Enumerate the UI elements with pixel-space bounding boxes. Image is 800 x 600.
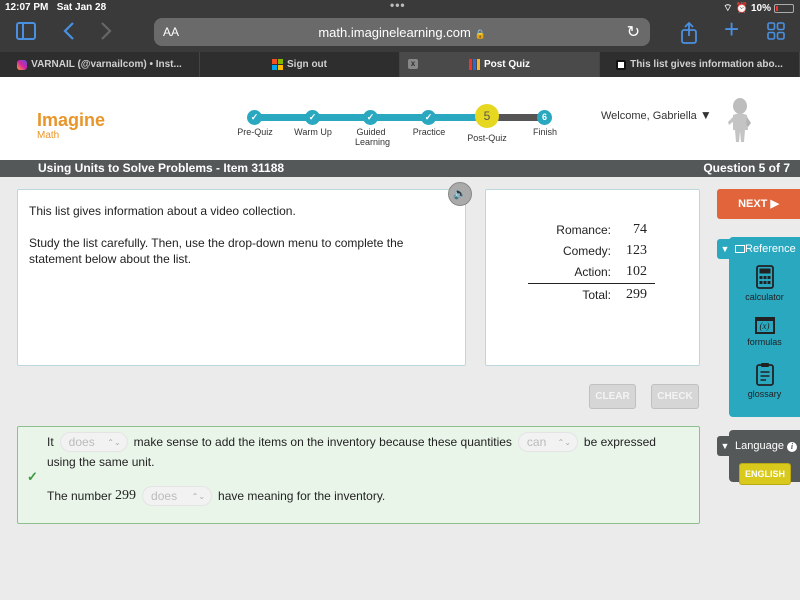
new-tab-icon[interactable]: +: [724, 16, 739, 42]
instagram-icon: [17, 59, 28, 70]
calculator-icon: [755, 265, 774, 289]
close-tab-icon[interactable]: x: [408, 59, 418, 69]
prompt-paragraph: Study the list carefully. Then, use the …: [29, 236, 404, 266]
clear-button[interactable]: CLEAR: [589, 384, 636, 409]
forward-icon[interactable]: [100, 22, 112, 45]
answer-sentence-1-continued: using the same unit.: [47, 455, 155, 469]
imagine-math-logo: Imagine Math: [37, 110, 106, 141]
browser-tab-instagram[interactable]: VARNAIL (@varnailcom) • Inst...: [0, 52, 200, 77]
reference-header: Reference: [735, 243, 796, 255]
sidebar-icon[interactable]: [16, 22, 36, 45]
share-icon[interactable]: [681, 21, 697, 49]
does-dropdown-1[interactable]: does ⌃⌄: [59, 432, 128, 452]
step-label-finish: Finish: [532, 127, 557, 137]
check-button[interactable]: CHECK: [651, 384, 699, 409]
multitasking-dots[interactable]: •••: [390, 0, 406, 12]
battery-percent: 10%: [750, 3, 771, 14]
step-pre-quiz-check-icon: ✓: [247, 110, 262, 125]
status-bar: 12:07 PM Sat Jan 28 ••• ⌔ ⏰ 10%: [0, 0, 800, 16]
answer-sentence-1: It does ⌃⌄ make sense to add the items o…: [47, 432, 656, 452]
step-guided-learning-check-icon: ✓: [363, 110, 378, 125]
app-header: Imagine Math ✓ ✓ ✓ ✓ 5 6 Pre-Quiz Warm U…: [0, 77, 800, 160]
updown-chevron-icon: ⌃⌄: [107, 437, 121, 447]
audio-speaker-icon[interactable]: 🔈: [448, 182, 472, 206]
question-prompt: This list gives information about a vide…: [17, 189, 466, 366]
step-label-pre-quiz: Pre-Quiz: [237, 127, 273, 137]
answer-sentence-2: The number 299 does ⌃⌄ have meaning for …: [47, 486, 385, 506]
correct-check-icon: ✓: [27, 469, 38, 484]
browser-tab-bar: VARNAIL (@varnailcom) • Inst... Sign out…: [0, 52, 800, 77]
can-dropdown[interactable]: can ⌃⌄: [517, 432, 578, 452]
step-label-practice: Practice: [412, 127, 446, 137]
language-header: Language i: [735, 440, 798, 452]
reload-icon[interactable]: ↻: [627, 22, 640, 42]
answer-panel: It does ⌃⌄ make sense to add the items o…: [17, 426, 700, 524]
updown-chevron-icon: ⌃⌄: [191, 491, 206, 501]
avatar-icon[interactable]: [727, 98, 753, 143]
alarm-icon: ⏰: [735, 3, 748, 14]
step-label-warm-up: Warm Up: [294, 127, 332, 137]
url-text[interactable]: math.imaginelearning.com 🔒: [154, 25, 650, 40]
status-time: 12:07 PM Sat Jan 28: [5, 2, 107, 13]
glossary-icon: [755, 363, 774, 386]
battery-icon: [774, 4, 794, 13]
english-language-button[interactable]: ENGLISH: [739, 463, 791, 485]
video-collection-list: Romance: 74 Comedy: 123 Action: 102 Tota…: [485, 189, 700, 366]
step-practice-check-icon: ✓: [421, 110, 436, 125]
formulas-icon: (x): [754, 317, 775, 334]
list-row: Action: 102: [574, 263, 647, 279]
microsoft-icon: [272, 59, 283, 70]
list-table: Romance: 74 Comedy: 123 Action: 102 Tota…: [528, 219, 655, 305]
does-dropdown-2[interactable]: does ⌃⌄: [142, 486, 213, 506]
updown-chevron-icon: ⌃⌄: [557, 437, 571, 447]
question-counter: Question 5 of 7: [703, 161, 790, 175]
info-icon[interactable]: i: [787, 442, 798, 452]
prompt-paragraph: This list gives information about a vide…: [29, 204, 296, 218]
imagine-learning-icon: [468, 59, 480, 70]
lock-icon: 🔒: [474, 29, 486, 39]
user-menu[interactable]: Welcome, Gabriella ▼: [601, 108, 712, 122]
browser-tab-sign-out[interactable]: Sign out: [200, 52, 400, 77]
reference-collapse-toggle[interactable]: ▼: [717, 239, 733, 259]
lesson-title-bar: Using Units to Solve Problems - Item 311…: [0, 160, 800, 177]
caret-down-icon[interactable]: ▼: [700, 108, 712, 122]
browser-tab-brainly[interactable]: This list gives information abo...: [600, 52, 800, 77]
step-post-quiz-current: 5: [475, 104, 499, 128]
step-label-guided-learning: Guided Learning: [355, 127, 391, 147]
lesson-title: Using Units to Solve Problems - Item 311…: [38, 161, 285, 175]
step-warm-up-check-icon: ✓: [305, 110, 320, 125]
list-row: Comedy: 123: [562, 242, 647, 258]
calculator-tool[interactable]: calculator: [729, 265, 800, 302]
step-label-post-quiz: Post-Quiz: [467, 133, 507, 143]
glossary-tool[interactable]: glossary: [729, 362, 800, 399]
back-icon[interactable]: [63, 22, 75, 45]
brainly-icon: [616, 59, 627, 70]
reference-icon: [735, 245, 745, 254]
next-button[interactable]: NEXT ▶: [717, 189, 800, 219]
browser-tab-post-quiz[interactable]: x Post Quiz: [400, 52, 600, 77]
step-finish-number: 6: [537, 110, 552, 125]
list-total-row: Total: 299: [582, 286, 647, 302]
browser-toolbar: AA math.imaginelearning.com 🔒 ↻ +: [0, 16, 800, 52]
language-collapse-toggle[interactable]: ▼: [717, 436, 733, 456]
lesson-progress: ✓ ✓ ✓ ✓ 5 6 Pre-Quiz Warm Up Guided Lear…: [230, 103, 560, 153]
tabs-overview-icon[interactable]: [767, 22, 785, 45]
list-row: Romance: 74: [556, 221, 647, 237]
formulas-tool[interactable]: (x) formulas: [729, 317, 800, 347]
address-bar[interactable]: AA math.imaginelearning.com 🔒 ↻: [154, 18, 650, 46]
